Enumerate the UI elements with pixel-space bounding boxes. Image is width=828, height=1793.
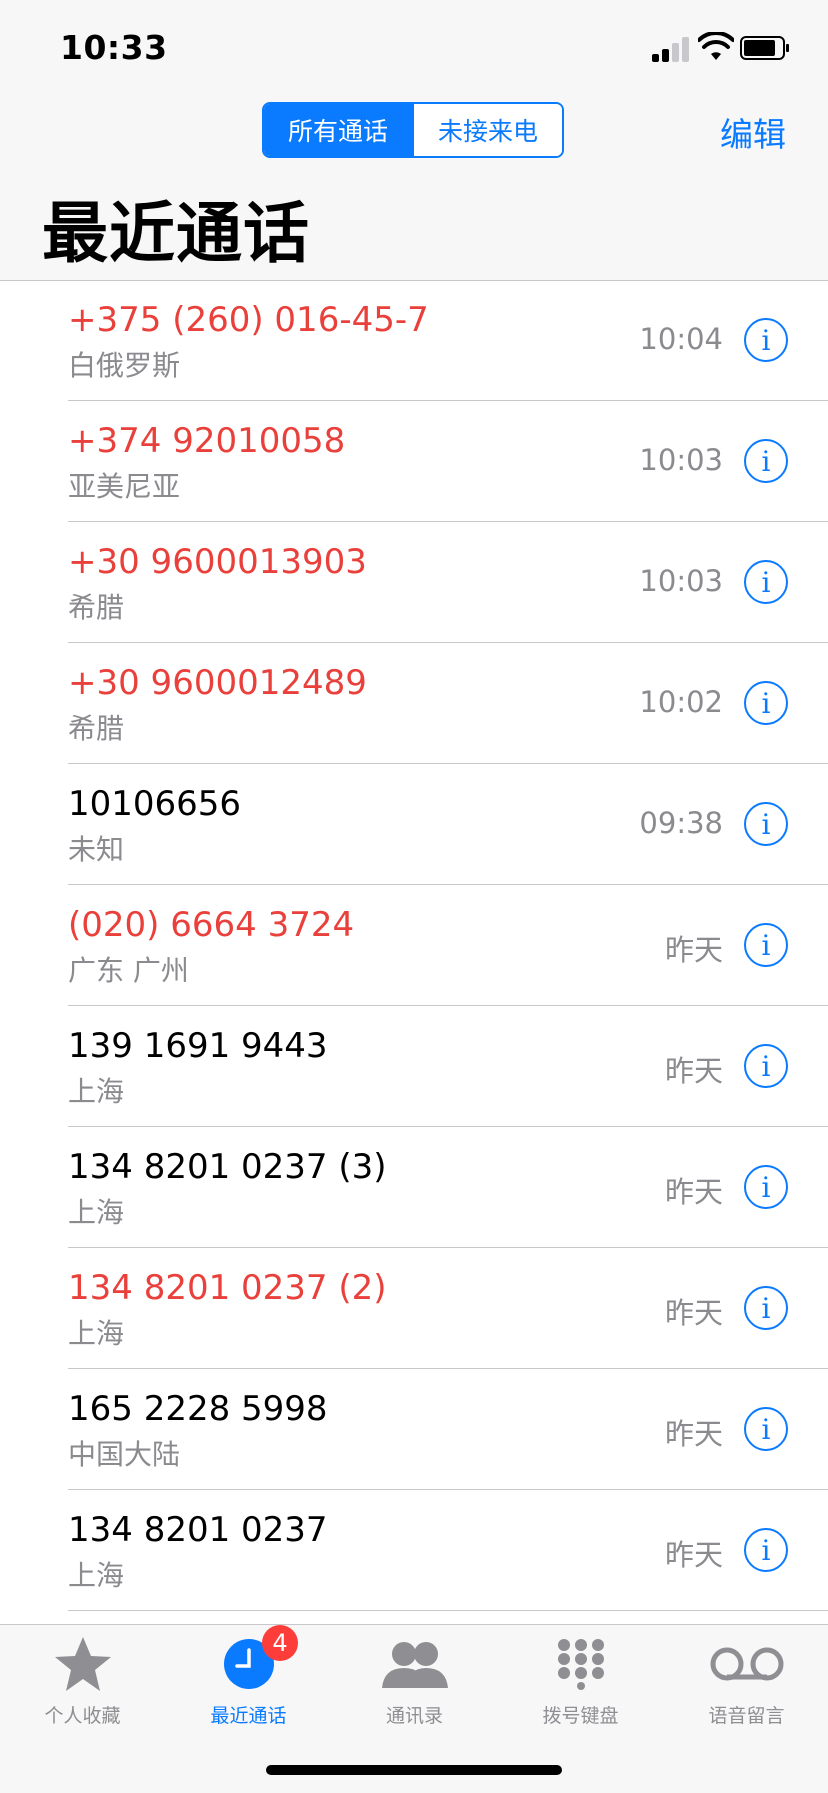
edit-button[interactable]: 编辑 (720, 108, 786, 156)
call-number: 165 2228 5998 (68, 1389, 328, 1429)
tab-label: 语音留言 (708, 1705, 785, 1727)
contacts-icon (381, 1642, 448, 1688)
call-row[interactable]: 134 8201 0237 上海 昨天 i (0, 1490, 828, 1611)
tab-label: 最近通话 (210, 1705, 287, 1727)
call-time: 10:03 (639, 564, 723, 598)
star-icon (54, 1637, 111, 1691)
recent-calls-list: +375 (260) 016-45-7 白俄罗斯 10:04 i +374 920100… (0, 280, 828, 1611)
call-row[interactable]: 134 8201 0237 (2) 上海 昨天 i (0, 1248, 828, 1369)
call-number: +30 9600012489 (68, 663, 367, 703)
info-icon[interactable]: i (744, 923, 788, 967)
page-title: 最近通话 (42, 195, 310, 272)
call-location: 上海 (68, 1075, 125, 1108)
call-row[interactable]: 10106656 未知 09:38 i (0, 764, 828, 885)
call-location: 广东 广州 (68, 954, 189, 987)
call-location: 希腊 (68, 712, 125, 745)
call-number: +374 92010058 (68, 421, 346, 461)
call-number: 139 1691 9443 (68, 1026, 328, 1066)
call-location: 中国大陆 (68, 1438, 181, 1471)
wifi-icon (698, 32, 734, 60)
call-location: 白俄罗斯 (68, 349, 181, 382)
row-separator (68, 1610, 828, 1611)
call-filter-segmented-control[interactable]: 所有通话 未接来电 (262, 102, 564, 158)
call-number: 134 8201 0237 (3) (68, 1147, 387, 1187)
info-icon[interactable]: i (744, 439, 788, 483)
call-row[interactable]: +374 92010058 亚美尼亚 10:03 i (0, 401, 828, 522)
call-time: 昨天 (664, 1175, 723, 1209)
call-row[interactable]: 139 1691 9443 上海 昨天 i (0, 1006, 828, 1127)
call-row[interactable]: +30 9600012489 希腊 10:02 i (0, 643, 828, 764)
status-time: 10:33 (60, 28, 168, 67)
tab-label: 拨号键盘 (542, 1705, 619, 1727)
call-time: 昨天 (664, 1296, 723, 1330)
call-number: 10106656 (68, 784, 242, 824)
info-icon[interactable]: i (744, 802, 788, 846)
tab-keypad[interactable]: 拨号键盘 (498, 1633, 663, 1728)
tab-recents[interactable]: 4 最近通话 (166, 1625, 331, 1728)
segment-all-calls[interactable]: 所有通话 (264, 104, 412, 156)
call-time: 昨天 (664, 1054, 723, 1088)
call-location: 希腊 (68, 591, 125, 624)
call-number: +375 (260) 016-45-7 (68, 300, 429, 340)
call-location: 亚美尼亚 (68, 470, 181, 503)
info-icon[interactable]: i (744, 681, 788, 725)
call-time: 昨天 (664, 1417, 723, 1451)
voicemail-icon (710, 1647, 783, 1681)
segment-missed-calls[interactable]: 未接来电 (412, 104, 562, 156)
call-number: (020) 6664 3724 (68, 905, 355, 945)
battery-icon (740, 36, 789, 60)
call-time: 09:38 (639, 806, 723, 840)
info-icon[interactable]: i (744, 1044, 788, 1088)
missed-calls-badge: 4 (262, 1625, 298, 1661)
call-location: 上海 (68, 1317, 125, 1350)
call-time: 昨天 (664, 933, 723, 967)
tab-label: 个人收藏 (44, 1705, 121, 1727)
call-row[interactable]: 165 2228 5998 中国大陆 昨天 i (0, 1369, 828, 1490)
call-number: 134 8201 0237 (2) (68, 1268, 387, 1308)
info-icon[interactable]: i (744, 318, 788, 362)
info-icon[interactable]: i (744, 1286, 788, 1330)
call-number: 134 8201 0237 (68, 1510, 328, 1550)
tab-label: 通讯录 (385, 1705, 443, 1727)
status-bar: 10:33 (0, 0, 828, 96)
call-time: 10:04 (639, 322, 723, 356)
tab-voicemail[interactable]: 语音留言 (664, 1633, 828, 1728)
call-number: +30 9600013903 (68, 542, 367, 582)
call-location: 上海 (68, 1559, 125, 1592)
tab-contacts[interactable]: 通讯录 (332, 1633, 497, 1728)
call-row[interactable]: +30 9600013903 希腊 10:03 i (0, 522, 828, 643)
call-location: 未知 (68, 833, 125, 866)
call-time: 10:03 (639, 443, 723, 477)
keypad-icon (557, 1639, 604, 1690)
info-icon[interactable]: i (744, 1165, 788, 1209)
call-row[interactable]: 134 8201 0237 (3) 上海 昨天 i (0, 1127, 828, 1248)
info-icon[interactable]: i (744, 560, 788, 604)
home-indicator[interactable] (266, 1765, 562, 1775)
call-row[interactable]: (020) 6664 3724 广东 广州 昨天 i (0, 885, 828, 1006)
call-row[interactable]: +375 (260) 016-45-7 白俄罗斯 10:04 i (0, 280, 828, 401)
cellular-signal-icon (652, 36, 692, 62)
info-icon[interactable]: i (744, 1528, 788, 1572)
call-time: 10:02 (639, 685, 723, 719)
info-icon[interactable]: i (744, 1407, 788, 1451)
call-time: 昨天 (664, 1538, 723, 1572)
call-location: 上海 (68, 1196, 125, 1229)
tab-favorites[interactable]: 个人收藏 (0, 1633, 165, 1728)
navigation-header: 所有通话 未接来电 编辑 最近通话 (0, 96, 828, 281)
